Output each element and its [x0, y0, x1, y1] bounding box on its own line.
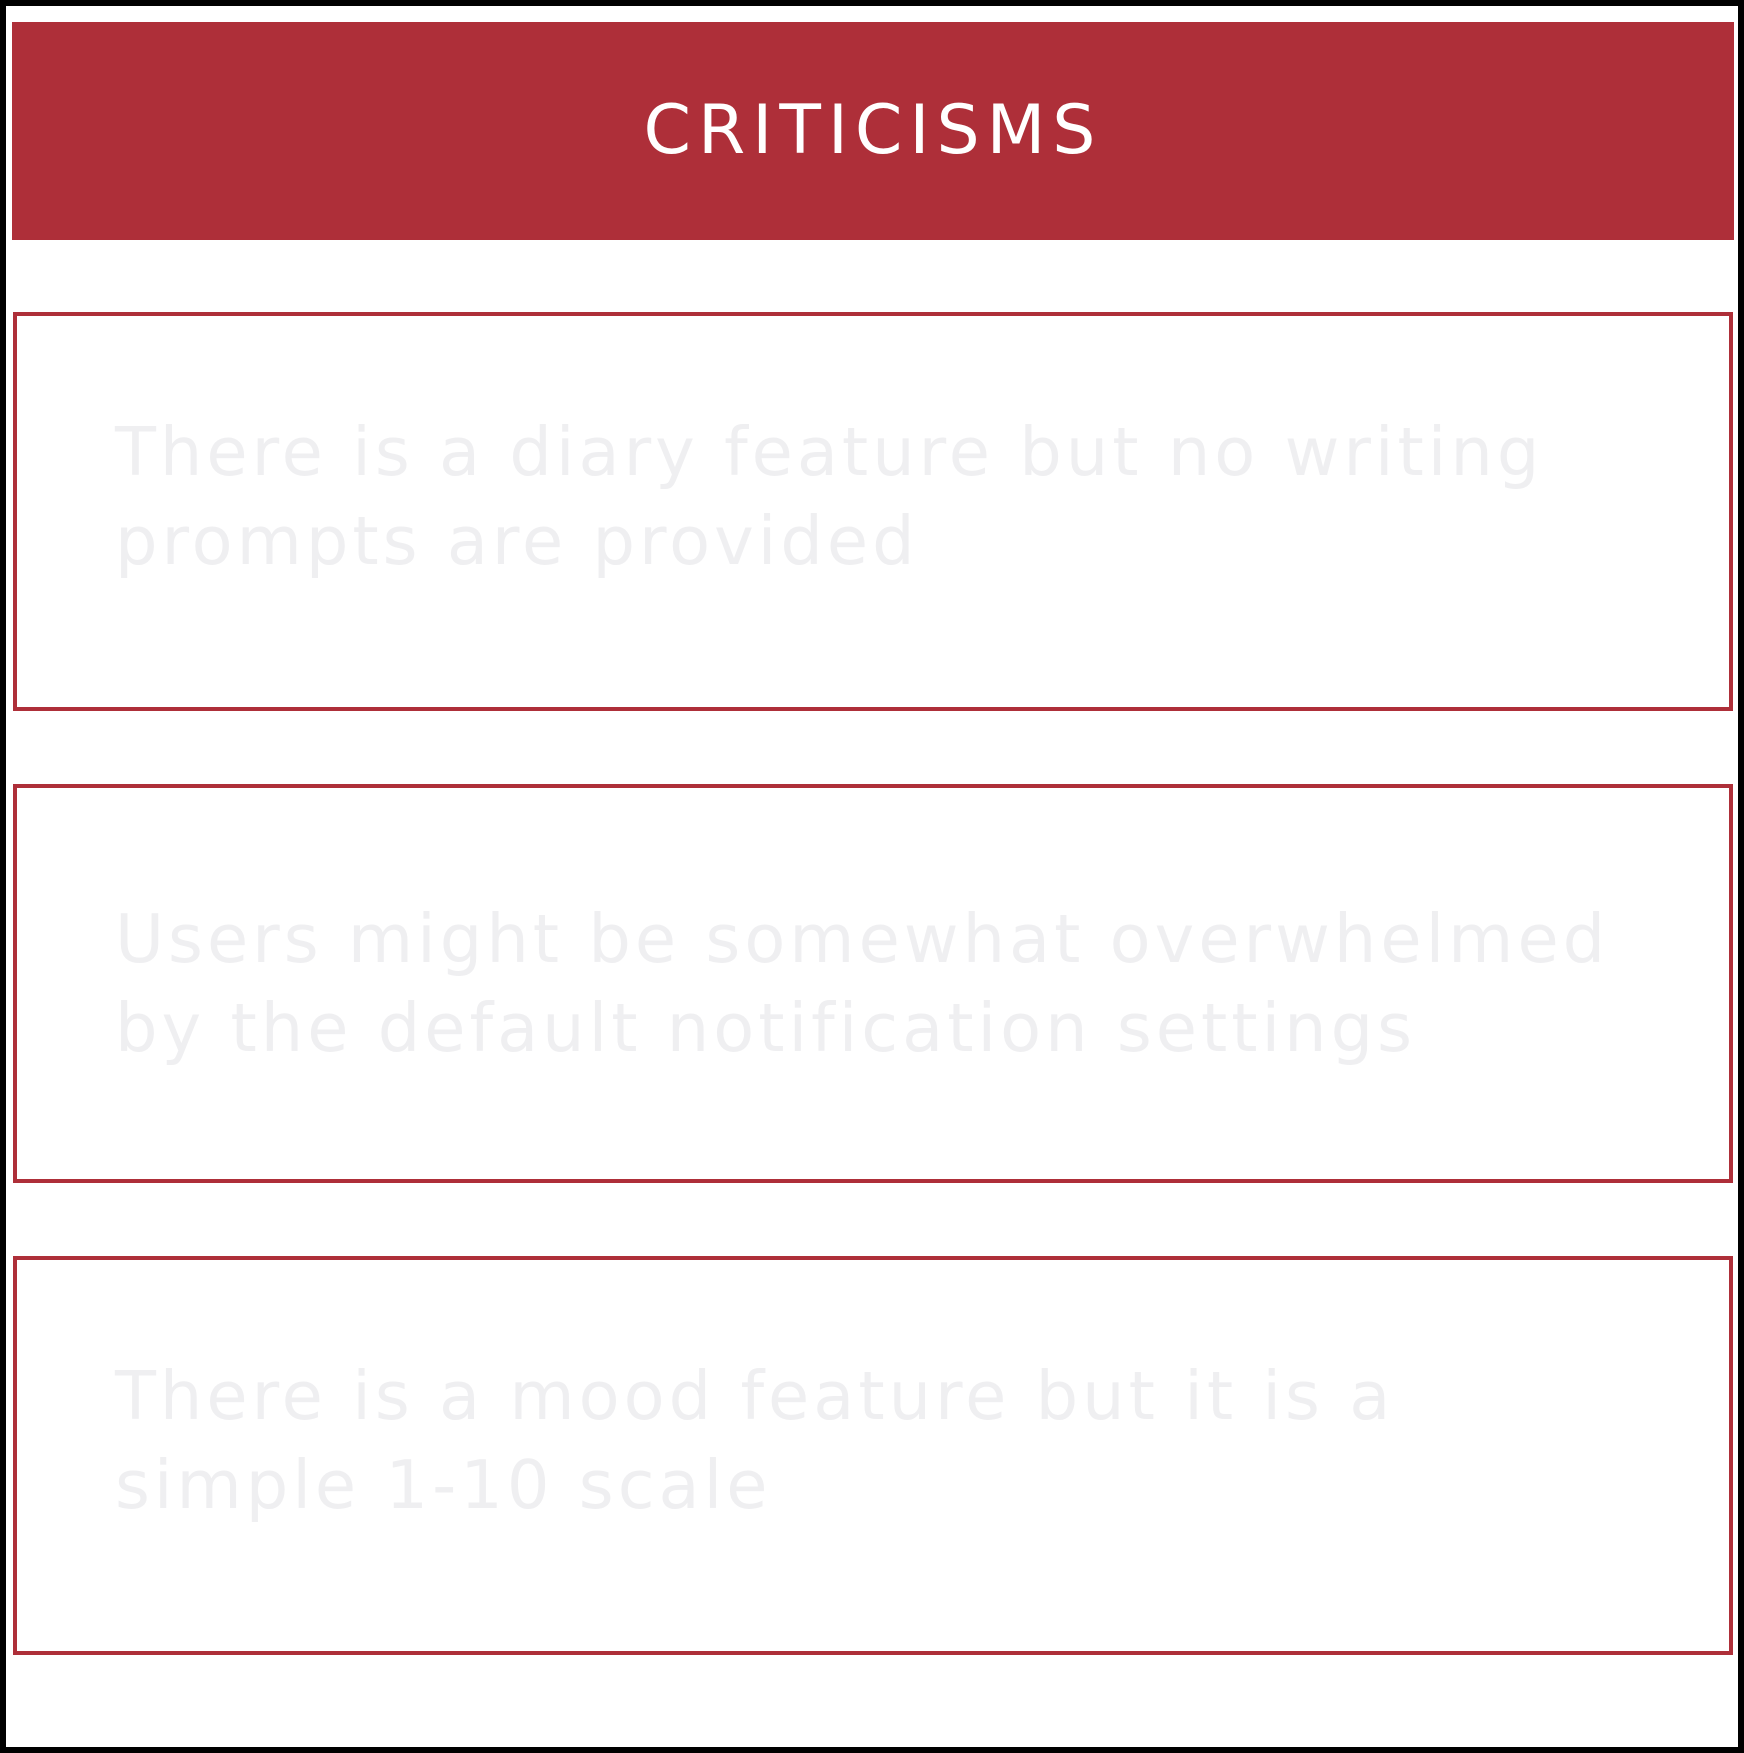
criticism-card-3: There is a mood feature but it is a simp… [13, 1256, 1733, 1655]
page-title: CRITICISMS [643, 91, 1103, 170]
criticism-card-2: Users might be somewhat overwhelmed by t… [13, 784, 1733, 1183]
criticism-text-2: Users might be somewhat overwhelmed by t… [115, 899, 1610, 1067]
criticisms-page: CRITICISMS There is a diary feature but … [0, 0, 1744, 1753]
criticism-card-1: There is a diary feature but no writing … [13, 312, 1733, 711]
header-banner: CRITICISMS [12, 22, 1734, 240]
criticism-text-1: There is a diary feature but no writing … [115, 412, 1544, 580]
criticism-text-3: There is a mood feature but it is a simp… [115, 1356, 1395, 1524]
